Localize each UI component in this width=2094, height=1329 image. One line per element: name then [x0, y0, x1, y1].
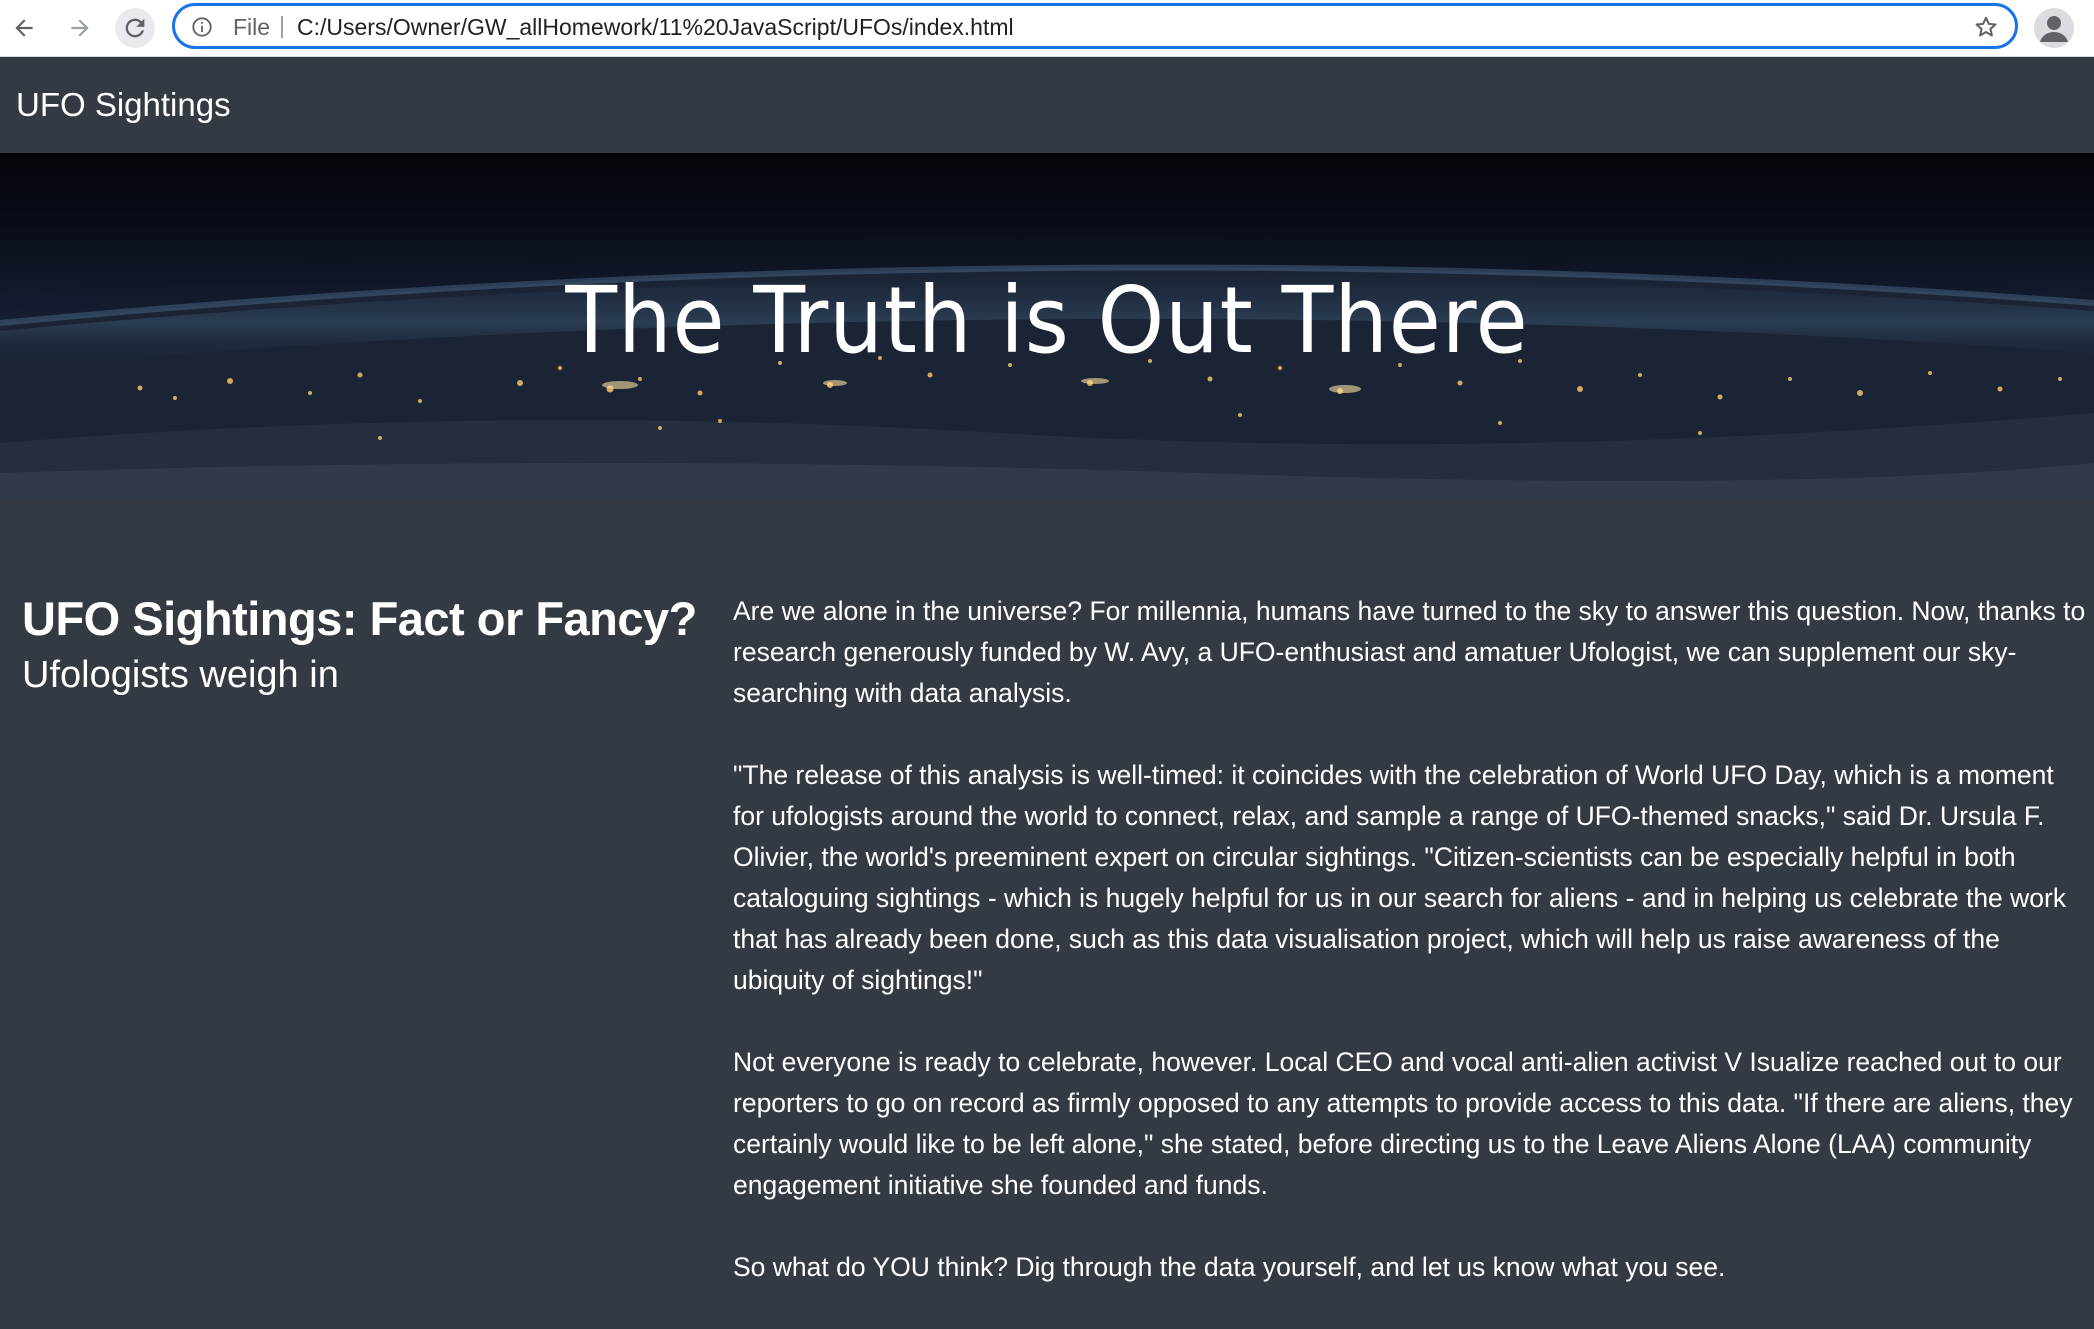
- star-icon[interactable]: [1973, 14, 1999, 40]
- article-paragraph: "The release of this analysis is well-ti…: [733, 760, 2067, 995]
- address-bar[interactable]: File C:/Users/Owner/GW_allHomework/11%20…: [172, 3, 2018, 49]
- hero-banner: The Truth is Out There: [0, 153, 2094, 499]
- profile-icon: [2040, 16, 2068, 42]
- page-heading: UFO Sightings: Fact or Fancy?: [22, 592, 697, 645]
- hero-title: The Truth is Out There: [565, 267, 1529, 374]
- back-button[interactable]: [4, 8, 44, 48]
- info-icon[interactable]: [191, 16, 213, 38]
- article-body: Are we alone in the universe? For millen…: [733, 591, 2089, 1329]
- forward-arrow-icon: [71, 19, 89, 37]
- reload-button[interactable]: [115, 8, 155, 48]
- url-text[interactable]: C:/Users/Owner/GW_allHomework/11%20JavaS…: [297, 15, 1014, 39]
- main-content: UFO Sightings: Fact or Fancy? Ufologists…: [0, 499, 2094, 1304]
- address-divider: [281, 16, 283, 38]
- file-scheme-label: File: [233, 14, 271, 40]
- navbar-brand-link[interactable]: UFO Sightings: [16, 86, 231, 124]
- article-paragraph: Not everyone is ready to celebrate, howe…: [733, 1047, 2073, 1200]
- profile-button[interactable]: [2034, 8, 2074, 48]
- back-arrow-icon: [15, 19, 33, 37]
- reload-icon: [125, 18, 145, 38]
- page-subheading: Ufologists weigh in: [22, 654, 339, 696]
- forward-button[interactable]: [60, 8, 100, 48]
- article-paragraph: Are we alone in the universe? For millen…: [733, 596, 2086, 708]
- navbar: UFO Sightings: [0, 57, 2094, 153]
- article-paragraph: So what do YOU think? Dig through the da…: [733, 1252, 1726, 1282]
- browser-toolbar: File C:/Users/Owner/GW_allHomework/11%20…: [0, 0, 2094, 57]
